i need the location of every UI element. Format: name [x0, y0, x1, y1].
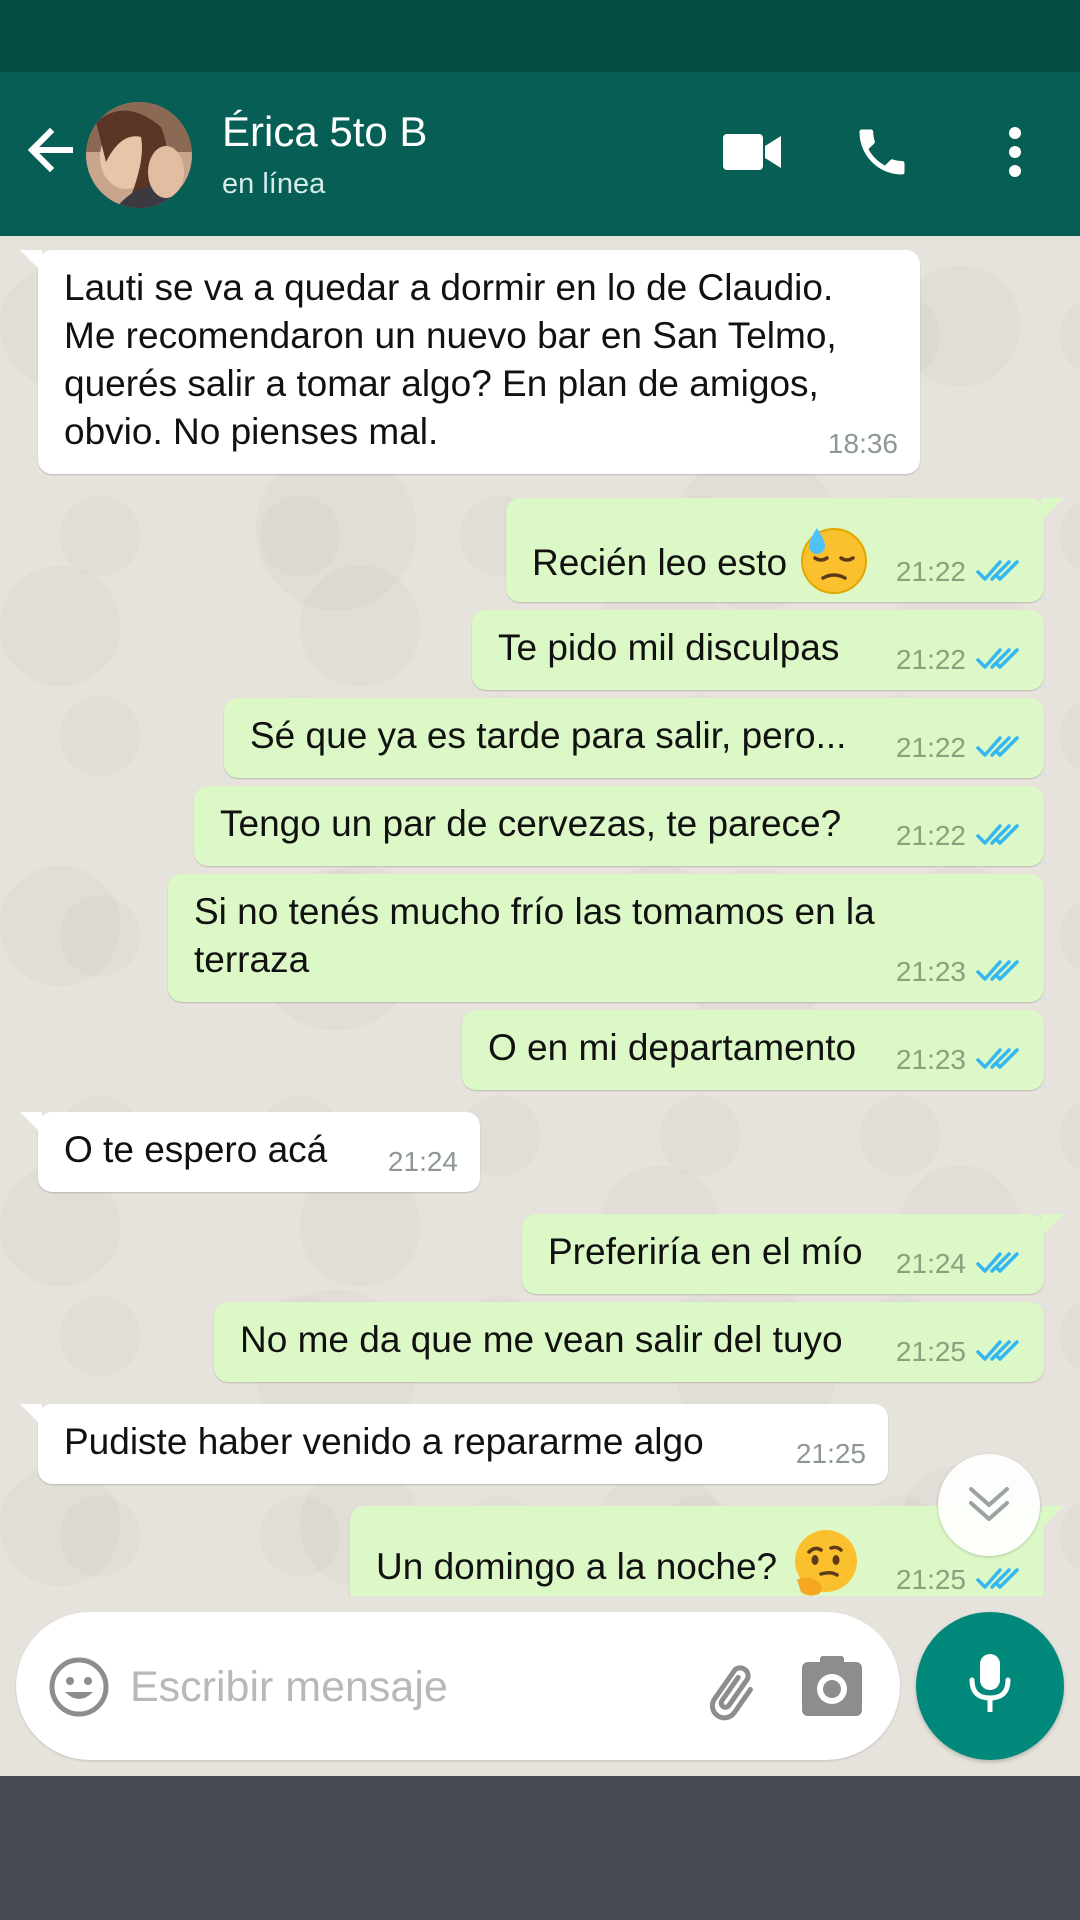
scroll-to-bottom-button[interactable] — [938, 1454, 1040, 1556]
double-check-icon — [976, 812, 1022, 860]
message-time: 21:24 — [387, 1146, 458, 1177]
message-text: O en mi departamento — [488, 1027, 857, 1068]
video-call-icon[interactable] — [718, 120, 788, 184]
double-check-icon — [976, 1240, 1022, 1288]
message-outgoing[interactable]: Si no tenés mucho frío las tomamos en la… — [168, 874, 1044, 1002]
message-text: Te pido mil disculpas — [498, 627, 840, 668]
message-incoming[interactable]: Lauti se va a quedar a dormir en lo de C… — [20, 250, 920, 474]
double-check-icon — [976, 1328, 1022, 1376]
downcast-face-with-sweat-emoji — [799, 524, 869, 606]
message-time: 21:25 — [895, 1564, 966, 1595]
message-time: 21:25 — [895, 1336, 966, 1367]
camera-icon[interactable] — [800, 1656, 864, 1718]
avatar[interactable] — [86, 102, 192, 208]
message-time: 21:22 — [895, 556, 966, 587]
message-time: 21:25 — [795, 1438, 866, 1469]
bubble-tail — [20, 1112, 42, 1134]
message-text: No me da que me vean salir del tuyo — [240, 1319, 843, 1360]
message-incoming[interactable]: O te espero acá 21:24 — [20, 1112, 480, 1192]
message-outgoing[interactable]: Preferiría en el mío 21:24 — [522, 1214, 1064, 1294]
message-composer — [16, 1612, 900, 1760]
message-text: Lauti se va a quedar a dormir en lo de C… — [64, 267, 837, 452]
message-text: O te espero acá — [64, 1129, 328, 1170]
contact-name[interactable]: Érica 5to B — [222, 108, 427, 156]
double-check-icon — [976, 548, 1022, 596]
contact-status: en línea — [222, 168, 326, 200]
message-input[interactable] — [130, 1652, 690, 1722]
message-text: Recién leo esto — [532, 524, 869, 606]
system-navigation-bar — [0, 1776, 1080, 1920]
message-text: Pudiste haber venido a repararme algo — [64, 1421, 704, 1462]
attach-icon[interactable] — [700, 1652, 772, 1724]
message-outgoing[interactable]: O en mi departamento 21:23 — [462, 1010, 1044, 1090]
status-bar — [0, 0, 1080, 72]
double-check-icon — [976, 724, 1022, 772]
message-time: 21:23 — [895, 956, 966, 987]
bubble-tail — [1042, 498, 1064, 520]
double-check-icon — [976, 1556, 1022, 1596]
message-incoming[interactable]: Pudiste haber venido a repararme algo 21… — [20, 1404, 888, 1484]
more-vert-icon[interactable] — [990, 120, 1040, 184]
double-check-icon — [976, 636, 1022, 684]
message-time: 21:22 — [895, 732, 966, 763]
message-outgoing[interactable]: Sé que ya es tarde para salir, pero... 2… — [224, 698, 1044, 778]
double-chevron-down-icon — [965, 1479, 1013, 1532]
bubble-tail — [1042, 1214, 1064, 1236]
bubble-tail — [20, 250, 42, 272]
bubble-tail — [1042, 1506, 1064, 1528]
double-check-icon — [976, 1036, 1022, 1084]
message-text: Un domingo a la noche? — [376, 1528, 859, 1596]
message-outgoing[interactable]: Te pido mil disculpas 21:22 — [472, 610, 1044, 690]
message-time: 21:22 — [895, 820, 966, 851]
bubble-tail — [20, 1404, 42, 1426]
message-time: 21:24 — [895, 1248, 966, 1279]
phone-icon[interactable] — [850, 120, 914, 184]
message-text: Tengo un par de cervezas, te parece? — [220, 803, 842, 844]
thinking-face-emoji — [789, 1528, 859, 1596]
emoji-icon[interactable] — [48, 1656, 110, 1718]
message-outgoing[interactable]: No me da que me vean salir del tuyo 21:2… — [214, 1302, 1044, 1382]
message-time: 18:36 — [827, 428, 898, 459]
mic-button[interactable] — [916, 1612, 1064, 1760]
chat-area[interactable]: Lauti se va a quedar a dormir en lo de C… — [0, 236, 1080, 1596]
message-outgoing[interactable]: Tengo un par de cervezas, te parece? 21:… — [194, 786, 1044, 866]
double-check-icon — [976, 948, 1022, 996]
message-text: Si no tenés mucho frío las tomamos en la… — [194, 891, 875, 980]
message-outgoing[interactable]: Recién leo esto 21:22 — [506, 498, 1064, 602]
message-time: 21:23 — [895, 1044, 966, 1075]
mic-icon — [966, 1652, 1014, 1721]
message-text: Preferiría en el mío — [548, 1231, 863, 1272]
chat-header: Érica 5to B en línea — [0, 72, 1080, 236]
back-arrow-icon[interactable] — [22, 122, 78, 178]
message-text: Sé que ya es tarde para salir, pero... — [250, 715, 847, 756]
message-time: 21:22 — [895, 644, 966, 675]
